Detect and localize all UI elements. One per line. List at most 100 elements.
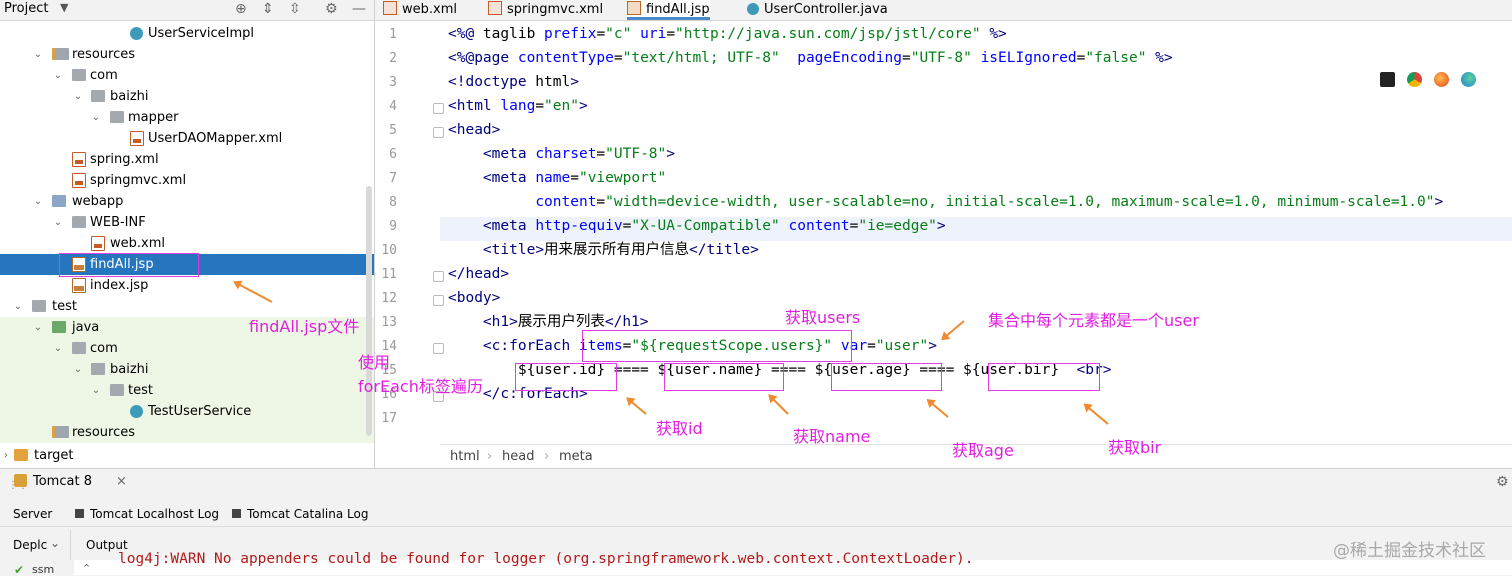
gear-icon[interactable]: ⚙ (1496, 474, 1509, 490)
chevron-up-icon[interactable]: ⌃ (82, 562, 91, 575)
fold-marker-icon[interactable] (433, 127, 444, 138)
tree-item-label: baizhi (110, 89, 149, 104)
tree-scrollbar[interactable] (366, 186, 372, 436)
tree-item[interactable]: ⌄ webapp (0, 191, 374, 212)
run-tab-tomcat[interactable]: Tomcat 8 (14, 474, 92, 489)
chevron-right-icon[interactable]: › (0, 445, 12, 466)
tree-item-label: springmvc.xml (90, 173, 187, 188)
tree-item[interactable]: springmvc.xml (0, 170, 374, 191)
tree-item-label: com (90, 341, 118, 356)
breadcrumb-separator: › (487, 449, 493, 464)
minimize-icon[interactable]: — (352, 1, 366, 17)
locate-icon[interactable]: ⊕ (235, 1, 247, 17)
chevron-down-icon[interactable]: ⌄ (12, 296, 24, 317)
line-number: 7 (389, 171, 397, 186)
run-subtabs: Server Tomcat Localhost Log Tomcat Catal… (0, 502, 1512, 527)
fold-marker-icon[interactable] (433, 295, 444, 306)
annotation-box-findall (59, 253, 199, 277)
line-number: 11 (381, 267, 397, 282)
code-line[interactable]: content="width=device-width, user-scalab… (448, 190, 1443, 214)
breadcrumb-item[interactable]: meta (559, 449, 593, 464)
project-panel-title[interactable]: Project (4, 1, 48, 16)
code-line[interactable]: <body> (448, 286, 500, 310)
tree-item-label: com (90, 68, 118, 83)
editor-tab-bar: web.xml springmvc.xml findAll.jsp UserCo… (375, 0, 1512, 21)
edge-icon[interactable] (1461, 72, 1476, 87)
tab-springmvc-xml[interactable]: springmvc.xml (488, 0, 603, 20)
tab-usercontroller-java[interactable]: UserController.java (747, 0, 888, 20)
tab-web-xml[interactable]: web.xml (383, 0, 457, 20)
tab-tomcat-catalina-log[interactable]: Tomcat Catalina Log (232, 507, 368, 521)
code-line[interactable]: <meta name="viewport" (448, 166, 666, 190)
chevron-down-icon[interactable]: ⌄ (32, 191, 44, 212)
chevron-down-icon[interactable]: ⌄ (52, 65, 64, 86)
code-line[interactable]: <%@page contentType="text/html; UTF-8" p… (448, 46, 1173, 70)
intellij-browser-icon[interactable] (1380, 72, 1395, 87)
tree-item[interactable]: ⌄ com (0, 338, 374, 359)
chevron-down-icon: ⌄ (50, 536, 61, 550)
tree-item[interactable]: UserDAOMapper.xml (0, 128, 374, 149)
tree-item[interactable]: web.xml (0, 233, 374, 254)
target-folder-icon (14, 449, 28, 461)
tree-item[interactable]: ⌄ mapper (0, 107, 374, 128)
firefox-icon[interactable] (1434, 72, 1449, 87)
tab-findall-jsp[interactable]: findAll.jsp (627, 0, 710, 20)
tree-item-label: target (34, 448, 74, 463)
tree-item[interactable]: resources (0, 422, 374, 443)
close-icon[interactable]: × (116, 474, 127, 489)
chevron-down-icon[interactable]: ⌄ (52, 338, 64, 359)
tree-item[interactable]: spring.xml (0, 149, 374, 170)
tree-item[interactable]: › target (0, 445, 374, 466)
breadcrumb-item[interactable]: head (502, 449, 534, 464)
code-line[interactable]: <!doctype html> (448, 70, 579, 94)
chevron-down-icon[interactable]: ⌄ (90, 380, 102, 401)
tree-item[interactable]: ⌄ resources (0, 44, 374, 65)
tree-item[interactable]: ⌄ WEB-INF (0, 212, 374, 233)
collapse-all-icon[interactable]: ⇳ (289, 1, 301, 17)
tree-item-label: resources (72, 425, 136, 440)
tree-item[interactable]: ⌄ test (0, 380, 374, 401)
expand-all-icon[interactable]: ⇕ (262, 1, 274, 17)
tree-item[interactable]: TestUserService (0, 401, 374, 422)
chevron-down-icon[interactable]: ⌄ (72, 86, 84, 107)
code-line[interactable]: <meta charset="UTF-8"> (448, 142, 675, 166)
code-line[interactable]: <html lang="en"> (448, 94, 588, 118)
project-panel-header (0, 0, 374, 21)
chevron-down-icon[interactable]: ⌄ (90, 107, 102, 128)
code-line[interactable]: <title>用来展示所有用户信息</title> (448, 238, 759, 262)
code-line[interactable]: <head> (448, 118, 500, 142)
tab-server[interactable]: Server (13, 507, 52, 521)
fold-marker-icon[interactable] (433, 103, 444, 114)
annotation-box-id (515, 363, 617, 391)
tab-tomcat-localhost-log[interactable]: Tomcat Localhost Log (75, 507, 219, 521)
fold-marker-icon[interactable] (433, 271, 444, 282)
code-line[interactable]: <meta http-equiv="X-UA-Compatible" conte… (448, 214, 946, 238)
gear-icon[interactable]: ⚙ (325, 1, 338, 17)
annotation-box-items (582, 330, 852, 362)
tree-item-label: resources (72, 47, 136, 62)
code-line[interactable]: <%@ taglib prefix="c" uri="http://java.s… (448, 22, 1007, 46)
tree-item-label: TestUserService (148, 404, 252, 419)
tree-item[interactable]: UserServiceImpl (0, 23, 374, 44)
tree-item-label: java (72, 320, 100, 335)
chrome-icon[interactable] (1407, 72, 1422, 87)
chevron-down-icon[interactable]: ⌄ (32, 317, 44, 338)
fold-marker-icon[interactable] (433, 343, 444, 354)
annotation-box-age (831, 363, 942, 391)
folder-icon (32, 300, 46, 312)
deploy-dropdown[interactable]: Deplc ⌄ (0, 530, 71, 560)
chevron-down-icon[interactable]: ⌄ (32, 44, 44, 65)
chevron-down-icon[interactable]: ⌄ (72, 359, 84, 380)
xml-file-icon (488, 1, 502, 15)
annotation-arrow (941, 320, 965, 340)
deploy-item-truncated[interactable]: ssm (32, 563, 54, 576)
breadcrumb-item[interactable]: html (450, 449, 480, 464)
tree-item[interactable]: index.jsp (0, 275, 374, 296)
tree-item[interactable]: ⌄ com (0, 65, 374, 86)
tree-item[interactable]: ⌄ baizhi (0, 359, 374, 380)
chevron-down-icon[interactable]: ⌄ (52, 212, 64, 233)
code-line[interactable]: </head> (448, 262, 509, 286)
tree-item[interactable]: ⌄ baizhi (0, 86, 374, 107)
chevron-down-icon[interactable]: ▼ (60, 1, 68, 14)
folder-icon (91, 90, 105, 102)
